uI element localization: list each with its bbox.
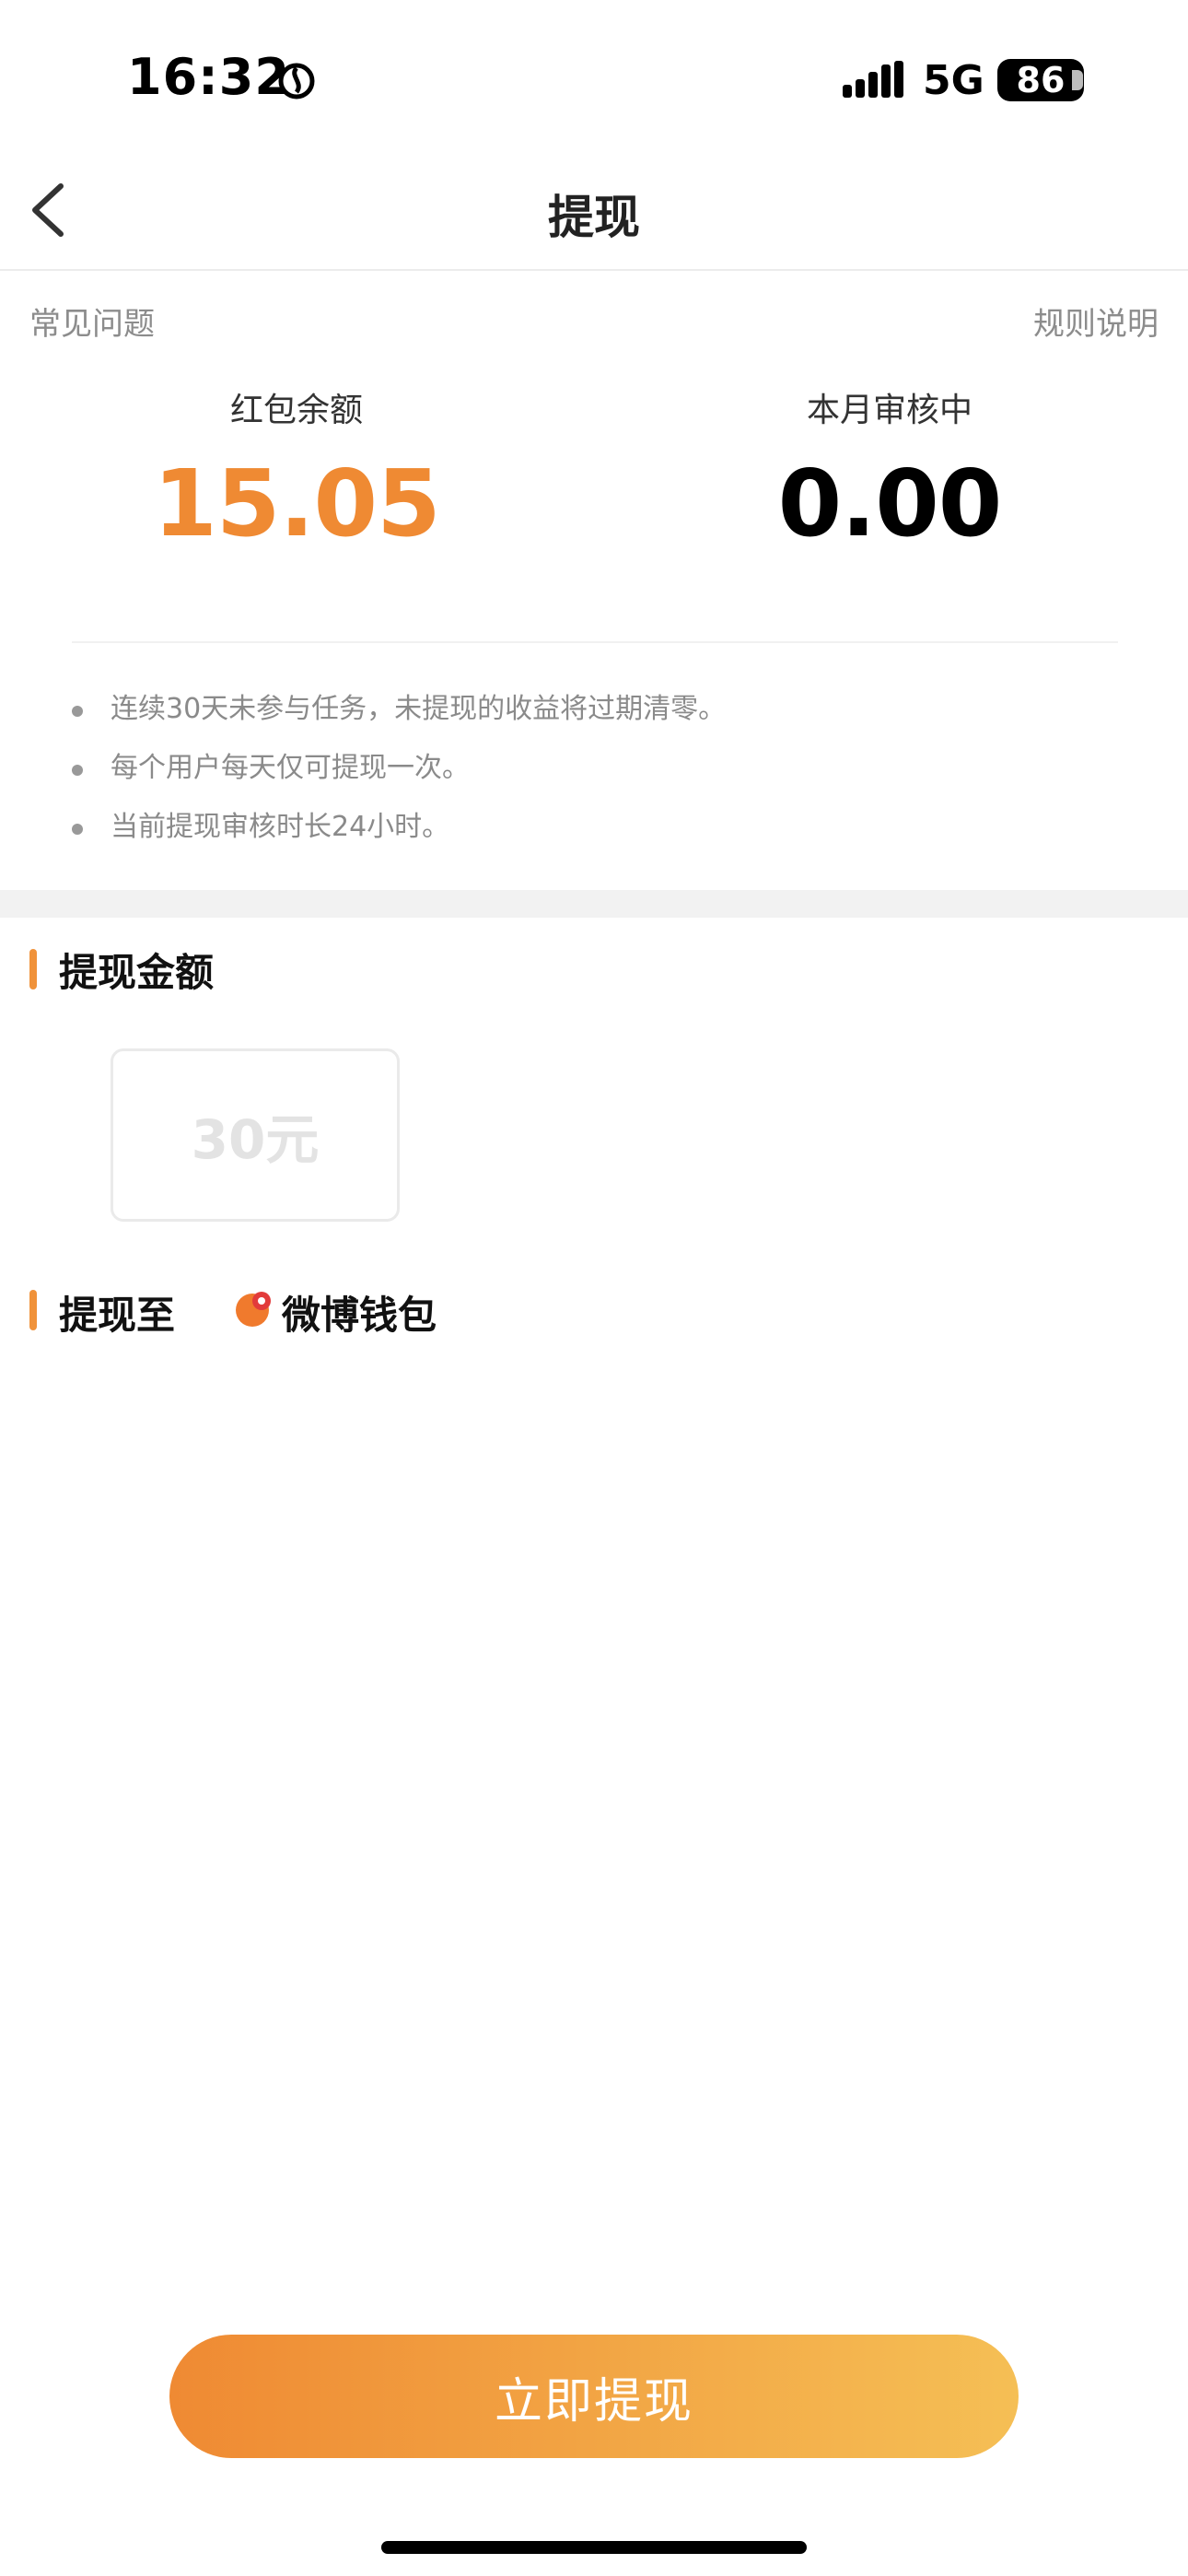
tips-list: 连续30天未参与任务，未提现的收益将过期清零。 每个用户每天仅可提现一次。 当前…	[66, 684, 1125, 861]
stats-divider	[72, 641, 1118, 643]
rules-link[interactable]: 规则说明	[1033, 299, 1159, 344]
nav-divider	[0, 269, 1188, 271]
bullet-icon	[72, 824, 83, 835]
withdraw-now-button[interactable]: 立即提现	[169, 2335, 1019, 2458]
list-item: 每个用户每天仅可提现一次。	[66, 743, 1125, 802]
section-accent-bar	[29, 1290, 37, 1330]
wallet-label[interactable]: 微博钱包	[282, 1284, 437, 1341]
destination-section-title: 提现至	[59, 1293, 176, 1338]
faq-link[interactable]: 常见问题	[29, 299, 155, 344]
moon-icon	[278, 63, 315, 100]
battery-icon: 86	[997, 59, 1084, 101]
page-title: 提现	[548, 191, 640, 244]
reviewing-value: 0.00	[777, 450, 1003, 557]
tip-text: 每个用户每天仅可提现一次。	[111, 752, 470, 784]
signal-icon	[843, 61, 903, 98]
bullet-icon	[72, 765, 83, 776]
weibo-wallet-icon	[236, 1292, 271, 1327]
balance-label: 红包余额	[229, 392, 363, 429]
battery-cap	[1072, 70, 1083, 90]
section-separator	[0, 890, 1188, 918]
status-time: 16:32	[127, 48, 290, 106]
home-indicator	[381, 2541, 807, 2554]
amount-option-30[interactable]: 30元	[111, 1048, 400, 1222]
list-item: 连续30天未参与任务，未提现的收益将过期清零。	[66, 684, 1125, 743]
bullet-icon	[72, 706, 83, 717]
tip-text: 连续30天未参与任务，未提现的收益将过期清零。	[111, 693, 727, 725]
tip-text: 当前提现审核时长24小时。	[111, 811, 450, 843]
balance-value: 15.05	[153, 450, 440, 557]
amount-section-title: 提现金额	[59, 950, 215, 995]
list-item: 当前提现审核时长24小时。	[66, 802, 1125, 861]
network-type: 5G	[923, 57, 984, 104]
reviewing-label: 本月审核中	[806, 392, 973, 429]
section-accent-bar	[29, 949, 37, 989]
